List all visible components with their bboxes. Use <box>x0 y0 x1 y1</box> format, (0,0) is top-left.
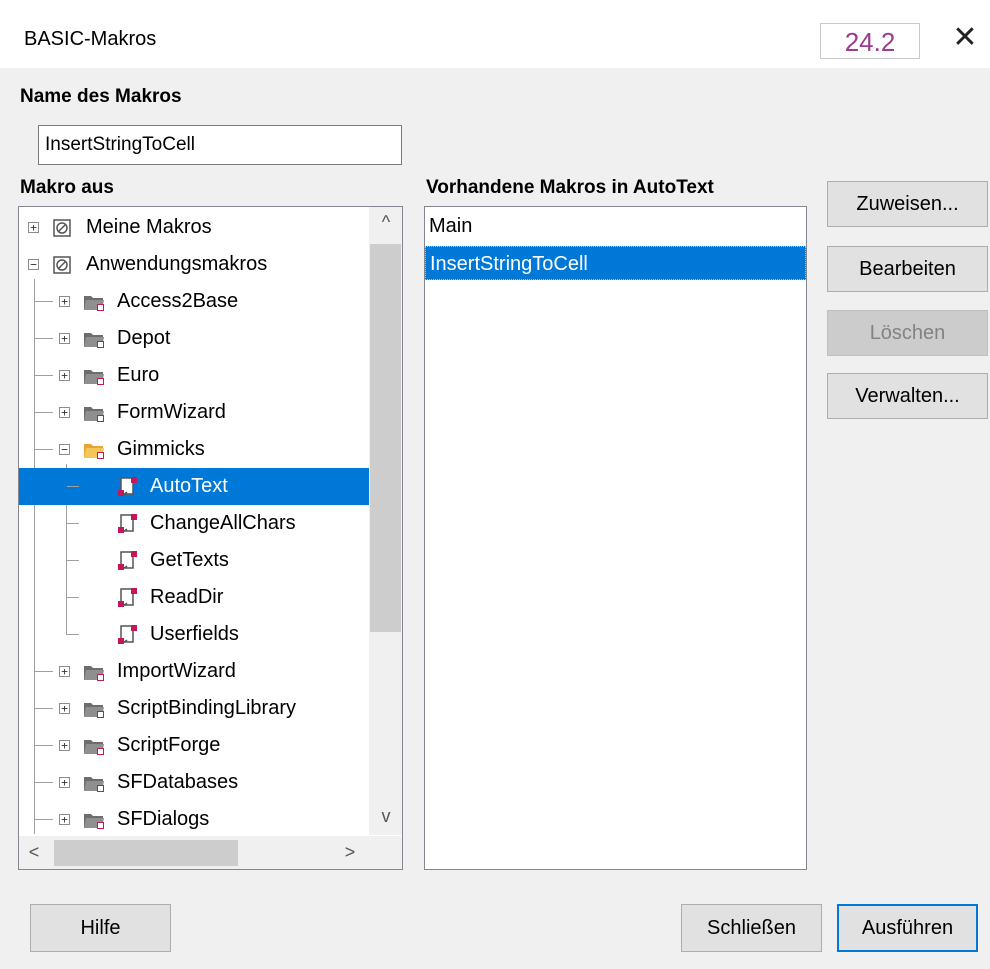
tree-connector-line <box>35 819 53 820</box>
expand-icon[interactable]: + <box>59 333 70 344</box>
tree-connector-line <box>67 560 79 561</box>
expand-icon[interactable]: + <box>28 222 39 233</box>
tree-item-label: Depot <box>117 327 171 349</box>
run-button[interactable]: Ausführen <box>837 904 978 952</box>
folder-icon <box>84 296 104 311</box>
tree-connector-line <box>35 745 53 746</box>
tree-connector-line <box>35 671 53 672</box>
module-icon <box>118 625 137 644</box>
folder-icon <box>84 777 104 792</box>
expand-icon[interactable]: + <box>59 814 70 825</box>
scroll-down-icon[interactable]: v <box>372 806 400 827</box>
tree-item-label: FormWizard <box>117 401 226 423</box>
tree-item-label: SFDialogs <box>117 808 210 830</box>
scroll-right-icon[interactable]: > <box>338 842 362 863</box>
module-icon <box>118 588 137 607</box>
tree-item-label: AutoText <box>150 475 228 497</box>
library-icon <box>53 256 71 274</box>
collapse-icon[interactable]: − <box>28 259 39 270</box>
tree-item[interactable] <box>19 320 368 357</box>
title-bar: BASIC-Makros 24.2 ✕ <box>0 0 990 68</box>
expand-icon[interactable]: + <box>59 296 70 307</box>
close-button[interactable]: Schließen <box>681 904 822 952</box>
expand-icon[interactable]: + <box>59 666 70 677</box>
tree-connector-line <box>67 634 79 635</box>
assign-button[interactable]: Zuweisen... <box>827 181 988 227</box>
scroll-left-icon[interactable]: < <box>22 842 46 863</box>
macro-from-label: Makro aus <box>20 177 114 198</box>
tree-item-label: ScriptBindingLibrary <box>117 697 296 719</box>
folder-icon <box>84 740 104 755</box>
tree-connector-line <box>35 782 53 783</box>
existing-macros-label: Vorhandene Makros in AutoText <box>426 177 714 198</box>
macro-name-label: Name des Makros <box>20 86 182 107</box>
macro-name-input[interactable]: InsertStringToCell <box>38 125 402 165</box>
edit-button[interactable]: Bearbeiten <box>827 246 988 292</box>
expand-icon[interactable]: + <box>59 740 70 751</box>
tree-connector-line <box>35 375 53 376</box>
module-icon <box>118 514 137 533</box>
tree-item-label: Meine Makros <box>86 216 212 238</box>
macro-list-item[interactable]: Main <box>425 209 806 243</box>
folder-icon <box>84 814 104 829</box>
module-icon <box>118 477 137 496</box>
folder-open-icon <box>84 444 104 459</box>
folder-icon <box>84 407 104 422</box>
tree-item-label: ScriptForge <box>117 734 221 756</box>
scroll-up-icon[interactable]: ^ <box>372 212 400 233</box>
manage-button[interactable]: Verwalten... <box>827 373 988 419</box>
tree-item[interactable] <box>19 357 368 394</box>
expand-icon[interactable]: + <box>59 370 70 381</box>
tree-item-label: ChangeAllChars <box>150 512 296 534</box>
version-badge: 24.2 <box>820 23 920 59</box>
tree-connector-line <box>35 708 53 709</box>
macro-list-item[interactable]: InsertStringToCell <box>425 246 806 280</box>
expand-icon[interactable]: + <box>59 703 70 714</box>
collapse-icon[interactable]: − <box>59 444 70 455</box>
close-icon[interactable]: ✕ <box>945 18 985 58</box>
tree-item-label: ReadDir <box>150 586 224 608</box>
folder-icon <box>84 370 104 385</box>
tree-connector-line <box>35 338 53 339</box>
existing-macros-list[interactable] <box>424 206 807 870</box>
tree-connector-line <box>35 412 53 413</box>
expand-icon[interactable]: + <box>59 407 70 418</box>
window-title: BASIC-Makros <box>24 28 157 50</box>
tree-connector-line <box>67 486 79 487</box>
tree-connector-line <box>67 597 79 598</box>
tree-horizontal-scroll-thumb[interactable] <box>54 840 238 866</box>
folder-icon <box>84 333 104 348</box>
tree-item-label: GetTexts <box>150 549 229 571</box>
folder-icon <box>84 666 104 681</box>
folder-icon <box>84 703 104 718</box>
library-icon <box>53 219 71 237</box>
tree-item-label: Anwendungsmakros <box>86 253 268 275</box>
tree-item-label: ImportWizard <box>117 660 236 682</box>
tree-connector-line <box>67 523 79 524</box>
tree-item-label: Userfields <box>150 623 239 645</box>
expand-icon[interactable]: + <box>59 777 70 788</box>
module-icon <box>118 551 137 570</box>
scrollbar-corner <box>369 836 402 869</box>
help-button[interactable]: Hilfe <box>30 904 171 952</box>
tree-connector-line <box>35 301 53 302</box>
tree-item-label: Gimmicks <box>117 438 205 460</box>
delete-button[interactable]: Löschen <box>827 310 988 356</box>
tree-item-label: Euro <box>117 364 160 386</box>
tree-item-label: Access2Base <box>117 290 239 312</box>
tree-vertical-scroll-thumb[interactable] <box>370 244 401 632</box>
tree-connector-line <box>35 449 53 450</box>
tree-item-label: SFDatabases <box>117 771 239 793</box>
